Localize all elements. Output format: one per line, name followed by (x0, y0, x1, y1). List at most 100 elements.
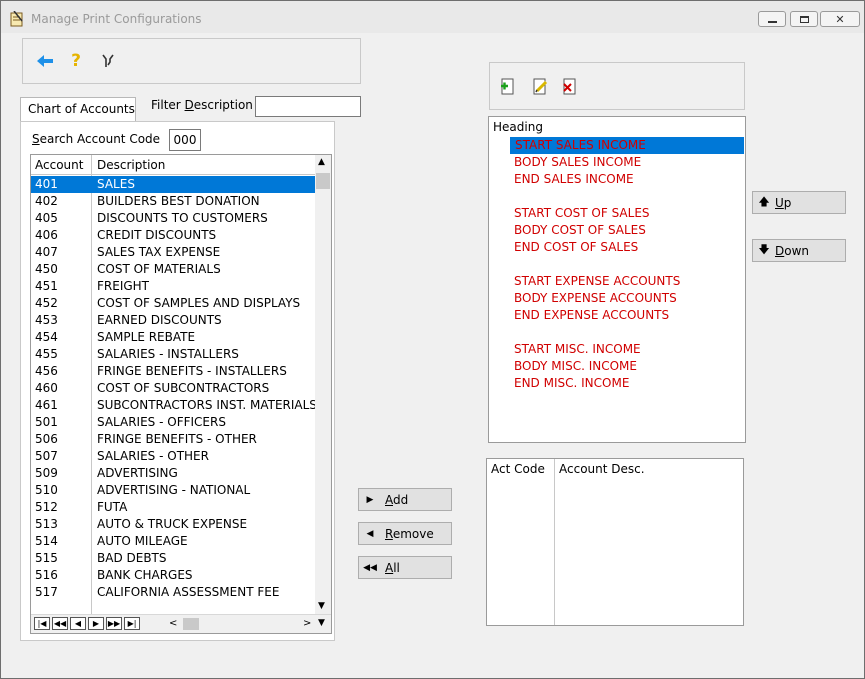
search-label-accel: S (32, 132, 40, 146)
up-label-rest: p (783, 195, 792, 210)
tab-chart-of-accounts[interactable]: Chart of Accounts (20, 97, 136, 122)
table-row[interactable]: 460 COST OF SUBCONTRACTORS (31, 380, 315, 397)
heading-item[interactable]: BODY SALES INCOME (514, 154, 641, 171)
heading-list[interactable]: Heading START SALES INCOME BODY SALES INC… (488, 116, 746, 443)
table-row[interactable]: 509 ADVERTISING (31, 465, 315, 482)
heading-item[interactable]: END EXPENSE ACCOUNTS (514, 307, 669, 324)
help-icon[interactable]: ? (66, 51, 86, 71)
column-header-act-code[interactable]: Act Code (491, 462, 545, 476)
prev-record-icon[interactable]: ◀ (70, 617, 86, 630)
description-cell: AUTO MILEAGE (97, 534, 188, 548)
scroll-down-corner-icon[interactable]: ▼ (318, 618, 325, 628)
table-row[interactable]: 454 SAMPLE REBATE (31, 329, 315, 346)
heading-item[interactable]: START COST OF SALES (514, 205, 650, 222)
heading-item[interactable]: BODY COST OF SALES (514, 222, 646, 239)
close-window-button[interactable]: ✕ (820, 11, 860, 27)
heading-list-title: Heading (493, 120, 543, 134)
account-cell: 455 (35, 347, 58, 361)
table-row[interactable]: 513 AUTO & TRUCK EXPENSE (31, 516, 315, 533)
maximize-button[interactable] (790, 11, 818, 27)
table-row[interactable]: 450 COST OF MATERIALS (31, 261, 315, 278)
add-button[interactable]: ▶ Add (358, 488, 452, 511)
account-cell: 452 (35, 296, 58, 310)
main-window: Manage Print Configurations ✕ ? Chart of… (0, 0, 865, 679)
table-row[interactable]: 406 CREDIT DISCOUNTS (31, 227, 315, 244)
table-row[interactable]: 510 ADVERTISING - NATIONAL (31, 482, 315, 499)
column-header-description[interactable]: Description (97, 158, 165, 172)
all-label: All (381, 561, 400, 575)
table-row[interactable]: 407 SALES TAX EXPENSE (31, 244, 315, 261)
account-cell: 407 (35, 245, 58, 259)
add-heading-icon[interactable] (499, 78, 517, 99)
heading-item[interactable]: END MISC. INCOME (514, 375, 629, 392)
account-cell: 406 (35, 228, 58, 242)
first-record-icon[interactable]: |◀ (34, 617, 50, 630)
table-row[interactable]: 514 AUTO MILEAGE (31, 533, 315, 550)
heading-item[interactable]: START SALES INCOME (510, 137, 744, 154)
scroll-thumb[interactable] (316, 173, 330, 189)
table-row[interactable]: 401 SALES (31, 176, 315, 193)
all-button[interactable]: ◀◀ All (358, 556, 452, 579)
table-row[interactable]: 402 BUILDERS BEST DONATION (31, 193, 315, 210)
column-header-account-desc[interactable]: Account Desc. (559, 462, 645, 476)
description-cell: SUBCONTRACTORS INST. MATERIALS (97, 398, 317, 412)
next-page-icon[interactable]: ▶▶ (106, 617, 122, 630)
accounts-grid[interactable]: Account Description 401 SALES 402 BUILDERS … (30, 154, 332, 634)
table-row[interactable]: 452 COST OF SAMPLES AND DISPLAYS (31, 295, 315, 312)
down-button[interactable]: 🡇 Down (752, 239, 846, 262)
description-cell: CALIFORNIA ASSESSMENT FEE (97, 585, 280, 599)
scroll-up-icon[interactable]: ▲ (318, 157, 325, 167)
down-arrow-icon: 🡇 (758, 243, 770, 256)
remove-button[interactable]: ◀ Remove (358, 522, 452, 545)
table-row[interactable]: 515 BAD DEBTS (31, 550, 315, 567)
vertical-scrollbar[interactable]: ▲ ▼ (315, 155, 331, 615)
description-cell: SALES (97, 177, 135, 191)
heading-toolbar (489, 62, 745, 110)
table-row[interactable]: 506 FRINGE BENEFITS - OTHER (31, 431, 315, 448)
description-cell: ADVERTISING - NATIONAL (97, 483, 251, 497)
table-row[interactable]: 501 SALARIES - OFFICERS (31, 414, 315, 431)
table-row[interactable]: 516 BANK CHARGES (31, 567, 315, 584)
description-cell: COST OF SUBCONTRACTORS (97, 381, 270, 395)
table-row[interactable]: 461 SUBCONTRACTORS INST. MATERIALS (31, 397, 317, 414)
account-detail-grid[interactable]: Act Code Account Desc. (486, 458, 744, 626)
search-account-code-label: Search Account Code (32, 132, 160, 146)
window-title: Manage Print Configurations (31, 12, 202, 26)
heading-item[interactable]: END SALES INCOME (514, 171, 634, 188)
table-row[interactable]: 455 SALARIES - INSTALLERS (31, 346, 315, 363)
hscroll-thumb[interactable] (183, 618, 199, 630)
table-row[interactable]: 451 FREIGHT (31, 278, 315, 295)
table-row[interactable]: 512 FUTA (31, 499, 315, 516)
filter-description-input[interactable] (255, 96, 361, 117)
last-record-icon[interactable]: ▶| (124, 617, 140, 630)
edit-heading-icon[interactable] (531, 78, 549, 99)
scroll-left-icon[interactable]: < (169, 618, 177, 629)
up-label: Up (775, 196, 791, 210)
account-cell: 513 (35, 517, 58, 531)
description-cell: SALARIES - OFFICERS (97, 415, 226, 429)
table-row[interactable]: 456 FRINGE BENEFITS - INSTALLERS (31, 363, 315, 380)
search-account-code-input[interactable]: 000 (169, 129, 201, 151)
heading-item[interactable]: START EXPENSE ACCOUNTS (514, 273, 680, 290)
scroll-down-icon[interactable]: ▼ (318, 601, 325, 611)
column-header-account[interactable]: Account (35, 158, 83, 172)
minimize-button[interactable] (758, 11, 786, 27)
heading-item[interactable]: START MISC. INCOME (514, 341, 641, 358)
add-label: Add (381, 493, 408, 507)
next-record-icon[interactable]: ▶ (88, 617, 104, 630)
table-row[interactable]: 405 DISCOUNTS TO CUSTOMERS (31, 210, 315, 227)
back-arrow-icon[interactable] (35, 51, 55, 71)
account-cell: 515 (35, 551, 58, 565)
up-button[interactable]: 🡅 Up (752, 191, 846, 214)
heading-item[interactable]: END COST OF SALES (514, 239, 638, 256)
prev-page-icon[interactable]: ◀◀ (52, 617, 68, 630)
account-cell: 405 (35, 211, 58, 225)
table-row[interactable]: 453 EARNED DISCOUNTS (31, 312, 315, 329)
table-row[interactable]: 507 SALARIES - OTHER (31, 448, 315, 465)
scroll-right-icon[interactable]: > (303, 618, 311, 629)
delete-heading-icon[interactable] (561, 78, 579, 99)
tools-icon[interactable] (98, 51, 118, 71)
heading-item[interactable]: BODY EXPENSE ACCOUNTS (514, 290, 677, 307)
heading-item[interactable]: BODY MISC. INCOME (514, 358, 637, 375)
table-row[interactable]: 517 CALIFORNIA ASSESSMENT FEE (31, 584, 315, 601)
